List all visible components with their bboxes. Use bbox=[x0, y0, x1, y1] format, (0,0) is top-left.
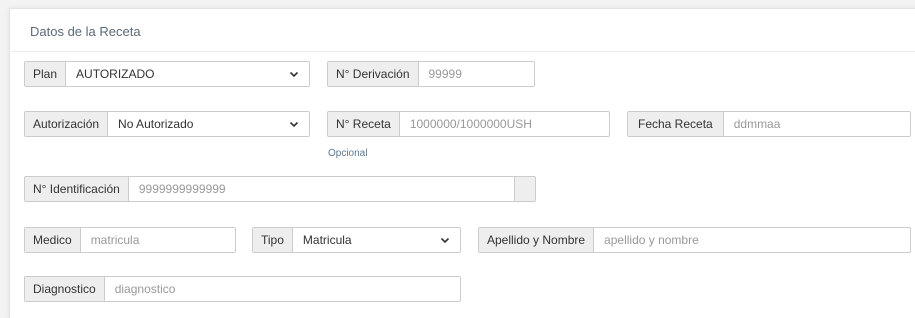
tipo-label: Tipo bbox=[253, 228, 293, 252]
receta-group: N° Receta 1000000/1000000USH bbox=[327, 111, 610, 137]
medico-label: Medico bbox=[25, 228, 81, 252]
diagnostico-group: Diagnostico diagnostico bbox=[24, 276, 461, 302]
diagnostico-input[interactable]: diagnostico bbox=[105, 277, 460, 301]
plan-label: Plan bbox=[25, 62, 67, 86]
derivacion-group: N° Derivación 99999 bbox=[327, 61, 535, 87]
apellido-nombre-input[interactable]: apellido y nombre bbox=[594, 228, 910, 252]
plan-group: Plan AUTORIZADO bbox=[24, 61, 310, 87]
identificacion-addon-button[interactable] bbox=[514, 177, 535, 201]
plan-select-value: AUTORIZADO bbox=[76, 67, 155, 81]
autorizacion-group: Autorización No Autorizado bbox=[24, 111, 310, 137]
identificacion-label: N° Identificación bbox=[25, 177, 129, 201]
panel-divider bbox=[11, 51, 915, 52]
autorizacion-label: Autorización bbox=[25, 112, 109, 136]
autorizacion-select[interactable]: No Autorizado bbox=[108, 112, 309, 136]
apellido-nombre-group: Apellido y Nombre apellido y nombre bbox=[478, 227, 911, 253]
chevron-down-icon bbox=[289, 121, 299, 128]
diagnostico-label: Diagnostico bbox=[25, 277, 105, 301]
medico-input[interactable]: matricula bbox=[81, 228, 235, 252]
autorizacion-select-value: No Autorizado bbox=[118, 117, 194, 131]
derivacion-label: N° Derivación bbox=[328, 62, 419, 86]
apellido-nombre-label: Apellido y Nombre bbox=[479, 228, 595, 252]
identificacion-input[interactable]: 9999999999999 bbox=[129, 177, 514, 201]
tipo-select-value: Matricula bbox=[302, 233, 352, 247]
fecha-receta-input[interactable]: ddmmaa bbox=[724, 112, 910, 136]
medico-group: Medico matricula bbox=[24, 227, 236, 253]
receta-label: N° Receta bbox=[328, 112, 400, 136]
fecha-receta-group: Fecha Receta ddmmaa bbox=[627, 111, 911, 137]
tipo-group: Tipo Matricula bbox=[252, 227, 461, 253]
chevron-down-icon bbox=[440, 237, 450, 244]
identificacion-group: N° Identificación 9999999999999 bbox=[24, 176, 536, 202]
plan-select[interactable]: AUTORIZADO bbox=[66, 62, 309, 86]
tipo-select[interactable]: Matricula bbox=[293, 228, 460, 252]
receta-help-text: Opcional bbox=[328, 148, 368, 159]
derivacion-input[interactable]: 99999 bbox=[419, 62, 535, 86]
panel-title: Datos de la Receta bbox=[30, 24, 141, 39]
receta-input[interactable]: 1000000/1000000USH bbox=[400, 112, 609, 136]
recipe-panel: Datos de la Receta bbox=[9, 8, 915, 318]
fecha-receta-label: Fecha Receta bbox=[628, 112, 724, 136]
chevron-down-icon bbox=[289, 71, 299, 78]
